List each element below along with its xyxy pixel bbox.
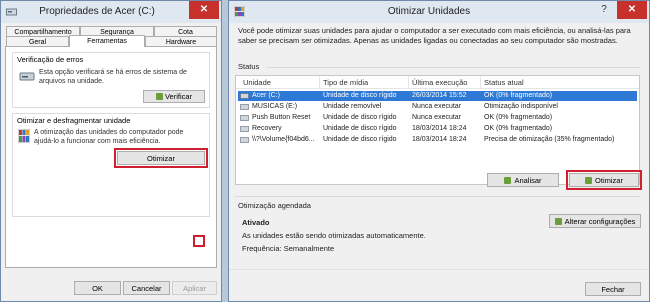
window-title: Otimizar Unidades [387,6,471,17]
scheduled-description: As unidades estão sendo otimizadas autom… [242,231,426,240]
drive-icon [240,126,249,132]
table-row[interactable]: Recovery Unidade de disco rígido 18/03/2… [238,124,637,134]
optimize-group-title: Otimizar e desfragmentar unidade [17,116,131,125]
divider [267,67,640,68]
drive-icon [240,93,249,99]
cell-status: OK (0% fragmentado) [484,92,553,99]
table-row[interactable]: MÚSICAS (E:) Unidade removível Nunca exe… [238,102,637,112]
cell-type: Unidade removível [323,103,382,110]
hard-drive-icon [19,72,35,81]
drive-properties-window: Propriedades de Acer (C:) ✕ Compartilham… [0,0,222,302]
apply-button[interactable]: Aplicar [172,281,217,295]
title-bar[interactable]: Propriedades de Acer (C:) ✕ [1,1,221,23]
close-icon: ✕ [199,4,209,15]
tools-tab-panel: Verificação de erros Esta opção verifica… [5,46,217,268]
scheduled-state: Ativado [242,218,270,227]
optimize-drives-window: Otimizar Unidades ? ✕ Você pode otimizar… [228,0,650,302]
shield-icon [504,177,512,184]
drives-table[interactable]: Unidade Tipo de mídia Última execução St… [235,75,640,185]
help-icon: ? [601,4,607,15]
close-button[interactable]: ✕ [617,1,647,19]
cell-status: OK (0% fragmentado) [484,125,553,132]
ok-button[interactable]: OK [74,281,121,295]
window-title: Propriedades de Acer (C:) [39,6,155,17]
intro-text: Você pode otimizar suas unidades para aj… [238,26,631,45]
column-header-status[interactable]: Status atual [484,78,524,87]
cell-last-run: 26/03/2014 15:52 [412,92,467,99]
analyze-button-label: Analisar [514,176,542,185]
table-row[interactable]: Acer (C:) Unidade de disco rígido 26/03/… [238,91,637,101]
column-separator [480,76,481,88]
optimize-group: Otimizar e desfragmentar unidade A otimi… [12,113,210,217]
defrag-icon [18,129,30,143]
change-settings-button-label: Alterar configurações [564,217,636,226]
cell-type: Unidade de disco rígido [323,114,397,121]
scheduled-frequency: Frequência: Semanalmente [242,244,335,253]
drive-icon [240,137,249,143]
check-button-label: Verificar [164,92,193,101]
ok-button-label: OK [92,284,103,293]
tab-label: Cota [178,29,193,36]
cell-last-run: Nunca executar [412,114,462,121]
cell-unit: Acer (C:) [252,92,280,99]
column-header-unit[interactable]: Unidade [243,78,271,87]
cancel-button-label: Cancelar [131,284,162,293]
shield-icon [554,218,562,225]
tab-label: Geral [28,39,47,46]
close-window-button-label: Fechar [601,285,625,294]
column-separator [408,76,409,88]
table-row[interactable]: \\?\Volume{f04bd6... Unidade de disco rí… [238,135,637,145]
scheduled-label: Otimização agendada [238,201,311,210]
drive-icon [240,115,249,121]
close-button[interactable]: ✕ [189,1,219,19]
column-header-last-run[interactable]: Última execução [412,78,467,87]
usb-drive-icon [240,104,249,110]
analyze-button[interactable]: Analisar [487,173,559,187]
cell-status: Otimização indisponível [484,103,558,110]
close-icon: ✕ [627,4,637,15]
error-check-description: Esta opção verificará se há erros de sis… [39,69,187,85]
apply-button-label: Aplicar [183,284,206,293]
cell-unit: Recovery [252,125,282,132]
error-check-group: Verificação de erros Esta opção verifica… [12,52,210,108]
title-bar[interactable]: Otimizar Unidades ? ✕ [229,1,649,23]
table-row[interactable]: Push Button Reset Unidade de disco rígid… [238,113,637,123]
highlight-box-small [193,235,205,247]
cancel-button[interactable]: Cancelar [123,281,170,295]
cell-last-run: 18/03/2014 18:24 [412,136,467,143]
check-button[interactable]: Verificar [143,90,205,103]
cell-type: Unidade de disco rígido [323,125,397,132]
close-window-button[interactable]: Fechar [585,282,641,296]
help-button[interactable]: ? [595,1,613,19]
cell-status: OK (0% fragmentado) [484,114,553,121]
footer-divider [229,269,649,270]
tab-ferramentas[interactable]: Ferramentas [69,35,145,47]
cell-last-run: Nunca executar [412,103,462,110]
highlight-box [114,148,208,168]
highlight-box [566,170,642,190]
optimize-description: A otimização das unidades do computador … [34,129,184,145]
column-separator [319,76,320,88]
cell-unit: MÚSICAS (E:) [252,103,298,110]
change-settings-button[interactable]: Alterar configurações [549,214,641,228]
tab-label: Hardware [165,39,197,46]
tab-label: Ferramentas [87,38,127,45]
cell-type: Unidade de disco rígido [323,92,397,99]
cell-unit: \\?\Volume{f04bd6... [252,136,315,143]
cell-unit: Push Button Reset [252,114,311,121]
error-check-title: Verificação de erros [17,55,84,64]
cell-status: Precisa de otimização (35% fragmentado) [484,136,615,143]
cell-last-run: 18/03/2014 18:24 [412,125,467,132]
shield-icon [155,93,163,100]
tab-label: Compartilhamento [14,29,72,36]
cell-type: Unidade de disco rígido [323,136,397,143]
status-label: Status [238,62,260,71]
divider [235,196,640,197]
column-header-type[interactable]: Tipo de mídia [323,78,368,87]
table-header: Unidade Tipo de mídia Última execução St… [236,76,639,89]
